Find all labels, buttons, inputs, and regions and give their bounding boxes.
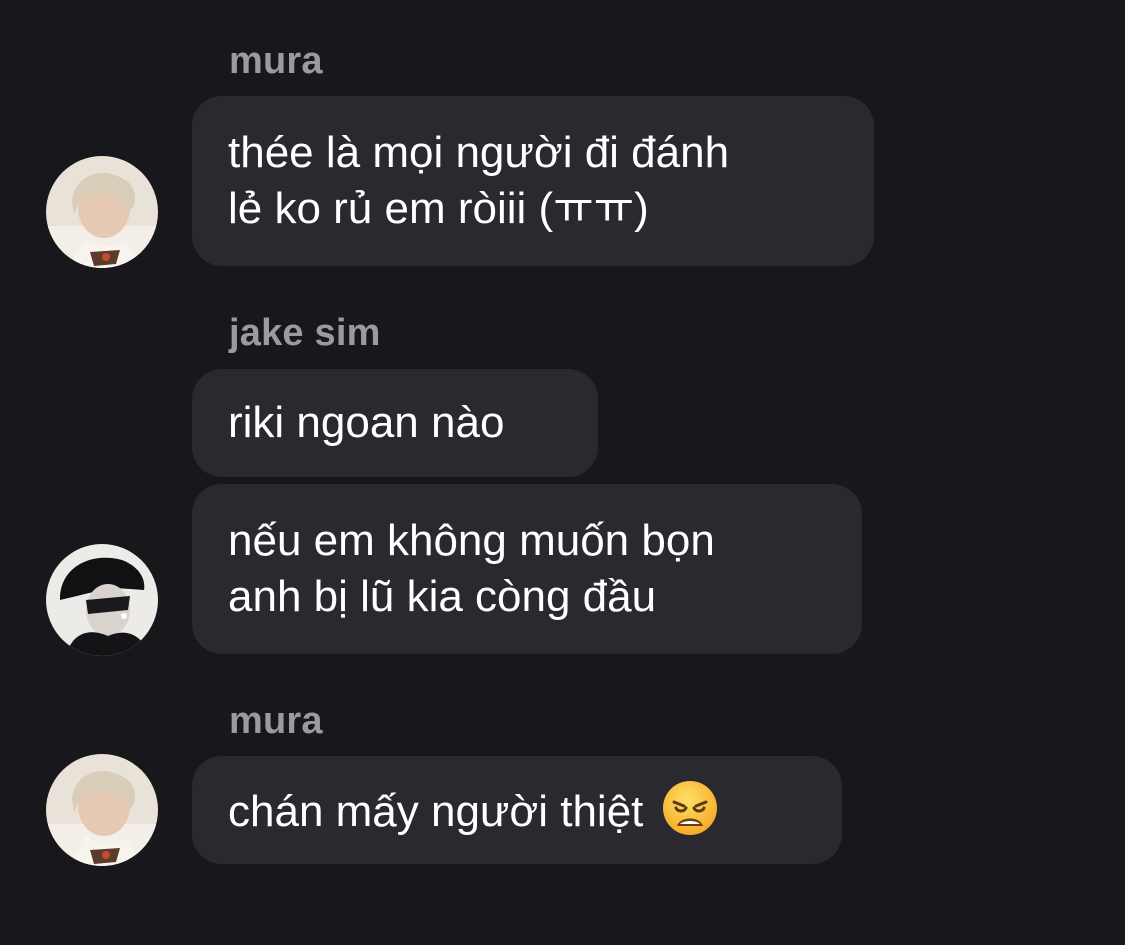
blonde-boy-avatar[interactable] (46, 754, 158, 866)
black-cap-boy-avatar[interactable] (46, 544, 158, 656)
blonde-boy-avatar[interactable] (46, 156, 158, 268)
message-bubble[interactable]: chán mấy người thiệt (192, 756, 842, 864)
message-bubble[interactable]: thée là mọi người đi đánh lẻ ko rủ em rò… (192, 96, 874, 266)
message-bubble[interactable]: nếu em không muốn bọn anh bị lũ kia còng… (192, 484, 862, 654)
sender-name: jake sim (229, 312, 381, 354)
message-text: thée là mọi người đi đánh lẻ ko rủ em rò… (228, 128, 730, 233)
sender-name: mura (229, 40, 323, 82)
message-text: chán mấy người thiệt (228, 780, 718, 840)
message-bubble[interactable]: riki ngoan nào (192, 369, 598, 477)
sender-name: mura (229, 700, 323, 742)
message-text: nếu em không muốn bọn anh bị lũ kia còng… (228, 516, 715, 621)
message-text: riki ngoan nào (228, 398, 505, 447)
weary-face-icon (662, 780, 718, 836)
